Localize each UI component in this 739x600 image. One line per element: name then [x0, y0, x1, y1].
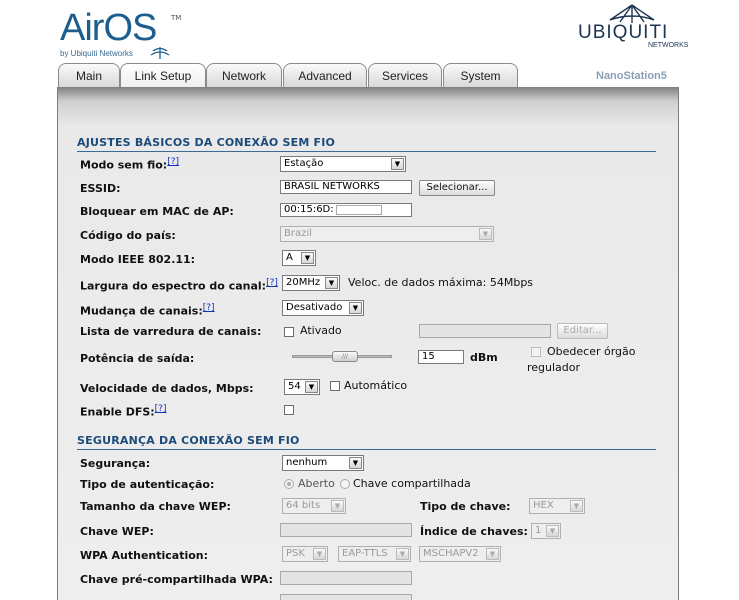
wpa-eap-select[interactable]: EAP-TTLS ▼: [338, 546, 411, 562]
tab-network[interactable]: Network: [206, 63, 282, 87]
help-link[interactable]: [?]: [155, 404, 167, 414]
wpa-mschap-select[interactable]: MSCHAPV2 ▼: [419, 546, 501, 562]
tab-system[interactable]: System: [443, 63, 518, 87]
key-type-label: Tipo de chave:: [420, 500, 511, 513]
airos-logo: AirOS TM by Ubiquiti Networks: [60, 7, 182, 60]
tab-advanced[interactable]: Advanced: [283, 63, 367, 87]
ubiquiti-logo-text: UBIQUITI: [578, 22, 669, 43]
essid-input[interactable]: BRASIL NETWORKS: [280, 180, 412, 194]
wpa-psk-label: Chave pré-compartilhada WPA:: [80, 573, 273, 586]
data-rate-label: Velocidade de dados, Mbps:: [80, 382, 254, 395]
max-data-rate-text: Veloc. de dados máxima: 54Mbps: [348, 276, 534, 289]
section-divider: [77, 449, 656, 450]
airos-trademark: TM: [171, 14, 182, 22]
country-code-label: Código do país:: [80, 229, 176, 242]
wep-key-size-select[interactable]: 64 bits ▼: [282, 498, 346, 514]
chevron-down-icon: ▼: [331, 500, 344, 512]
chevron-down-icon: ▼: [396, 548, 409, 560]
security-select[interactable]: nenhum ▼: [282, 455, 364, 471]
tab-main[interactable]: Main: [58, 63, 120, 87]
auth-shared-label: Chave compartilhada: [353, 477, 471, 490]
auto-rate-label: Automático: [344, 379, 408, 392]
channel-width-select[interactable]: 20MHz ▼: [282, 275, 340, 291]
chevron-down-icon: ▼: [479, 228, 492, 240]
chevron-down-icon: ▼: [313, 548, 326, 560]
channel-scan-list-input[interactable]: [419, 324, 551, 338]
wep-key-label: Chave WEP:: [80, 525, 154, 538]
channel-shift-select[interactable]: Desativado ▼: [282, 300, 364, 316]
wireless-section-title: AJUSTES BÁSICOS DA CONEXÃO SEM FIO: [77, 136, 336, 149]
wpa-auth-label: WPA Authentication:: [80, 549, 209, 562]
output-power-unit: dBm: [470, 351, 498, 364]
output-power-slider-handle[interactable]: ///: [332, 351, 358, 362]
security-section-title: SEGURANÇA DA CONEXÃO SEM FIO: [77, 434, 300, 447]
data-rate-select[interactable]: 54 ▼: [284, 379, 320, 395]
chevron-down-icon: ▼: [349, 302, 362, 314]
enable-dfs-label: Enable DFS:[?]: [80, 404, 167, 419]
chevron-down-icon: ▼: [305, 381, 318, 393]
essid-label: ESSID:: [80, 182, 121, 195]
chevron-down-icon: ▼: [301, 252, 314, 264]
channel-scan-list-label: Lista de varredura de canais:: [80, 325, 262, 338]
chevron-down-icon: ▼: [546, 525, 559, 537]
chevron-down-icon: ▼: [486, 548, 499, 560]
help-link[interactable]: [?]: [167, 157, 179, 167]
tab-link-setup[interactable]: Link Setup: [120, 63, 206, 87]
edit-channel-list-button[interactable]: Editar...: [557, 323, 608, 339]
channel-scan-enabled-label: Ativado: [300, 324, 342, 337]
enable-dfs-checkbox[interactable]: [284, 405, 294, 415]
key-type-select[interactable]: HEX ▼: [529, 498, 585, 514]
channel-shift-label: Mudança de canais:[?]: [80, 303, 215, 318]
device-name: NanoStation5: [596, 70, 667, 82]
wireless-mode-select[interactable]: Estação ▼: [280, 156, 406, 172]
wep-key-size-label: Tamanho da chave WEP:: [80, 500, 231, 513]
chevron-down-icon: ▼: [570, 500, 583, 512]
auth-type-label: Tipo de autenticação:: [80, 478, 215, 491]
ieee-mode-label: Modo IEEE 802.11:: [80, 253, 196, 266]
country-code-select[interactable]: Brazil ▼: [280, 226, 494, 242]
chevron-down-icon: ▼: [349, 457, 362, 469]
channel-width-label: Largura do espectro do canal:[?]: [80, 278, 278, 293]
tab-services[interactable]: Services: [368, 63, 442, 87]
auth-open-label: Aberto: [298, 477, 335, 490]
auth-open-radio[interactable]: [284, 479, 294, 489]
section-divider: [77, 151, 656, 152]
help-link[interactable]: [?]: [203, 303, 215, 313]
wep-key-input[interactable]: [280, 523, 412, 537]
auto-rate-checkbox[interactable]: [330, 381, 340, 391]
output-power-input[interactable]: 15: [418, 350, 464, 364]
help-link[interactable]: [?]: [266, 278, 278, 288]
ieee-mode-select[interactable]: A ▼: [282, 250, 316, 266]
obey-regulatory-checkbox[interactable]: [531, 347, 541, 357]
obey-regulatory-label-line2: regulador: [527, 361, 581, 374]
key-index-select[interactable]: 1 ▼: [531, 523, 561, 539]
wpa-psk-select[interactable]: PSK ▼: [282, 546, 328, 562]
airos-logo-text: AirOS: [60, 7, 157, 49]
lock-ap-mac-label: Bloquear em MAC de AP:: [80, 205, 234, 218]
airos-subtitle: by Ubiquiti Networks: [60, 49, 133, 58]
mac-mask: [336, 205, 382, 215]
chevron-down-icon: ▼: [391, 158, 404, 170]
auth-shared-radio[interactable]: [340, 479, 350, 489]
wpa-psk-input[interactable]: [280, 571, 412, 585]
lock-ap-mac-input[interactable]: 00:15:6D:: [280, 203, 412, 217]
ubiquiti-logo: UBIQUITI NETWORKS: [576, 4, 688, 52]
obey-regulatory-label-line1: Obedecer órgão: [547, 345, 636, 358]
key-index-label: Índice de chaves:: [420, 525, 528, 538]
channel-scan-enabled-checkbox[interactable]: [284, 327, 294, 337]
ubiquiti-dish-icon: [609, 4, 655, 23]
select-essid-button[interactable]: Selecionar...: [419, 180, 495, 196]
chevron-down-icon: ▼: [325, 277, 338, 289]
antenna-icon: [150, 47, 170, 59]
output-power-label: Potência de saída:: [80, 352, 195, 365]
wpa-identity-input[interactable]: [280, 594, 412, 600]
ubiquiti-logo-subtitle: NETWORKS: [648, 42, 689, 49]
wireless-mode-label: Modo sem fio:[?]: [80, 157, 179, 172]
security-label: Segurança:: [80, 457, 151, 470]
